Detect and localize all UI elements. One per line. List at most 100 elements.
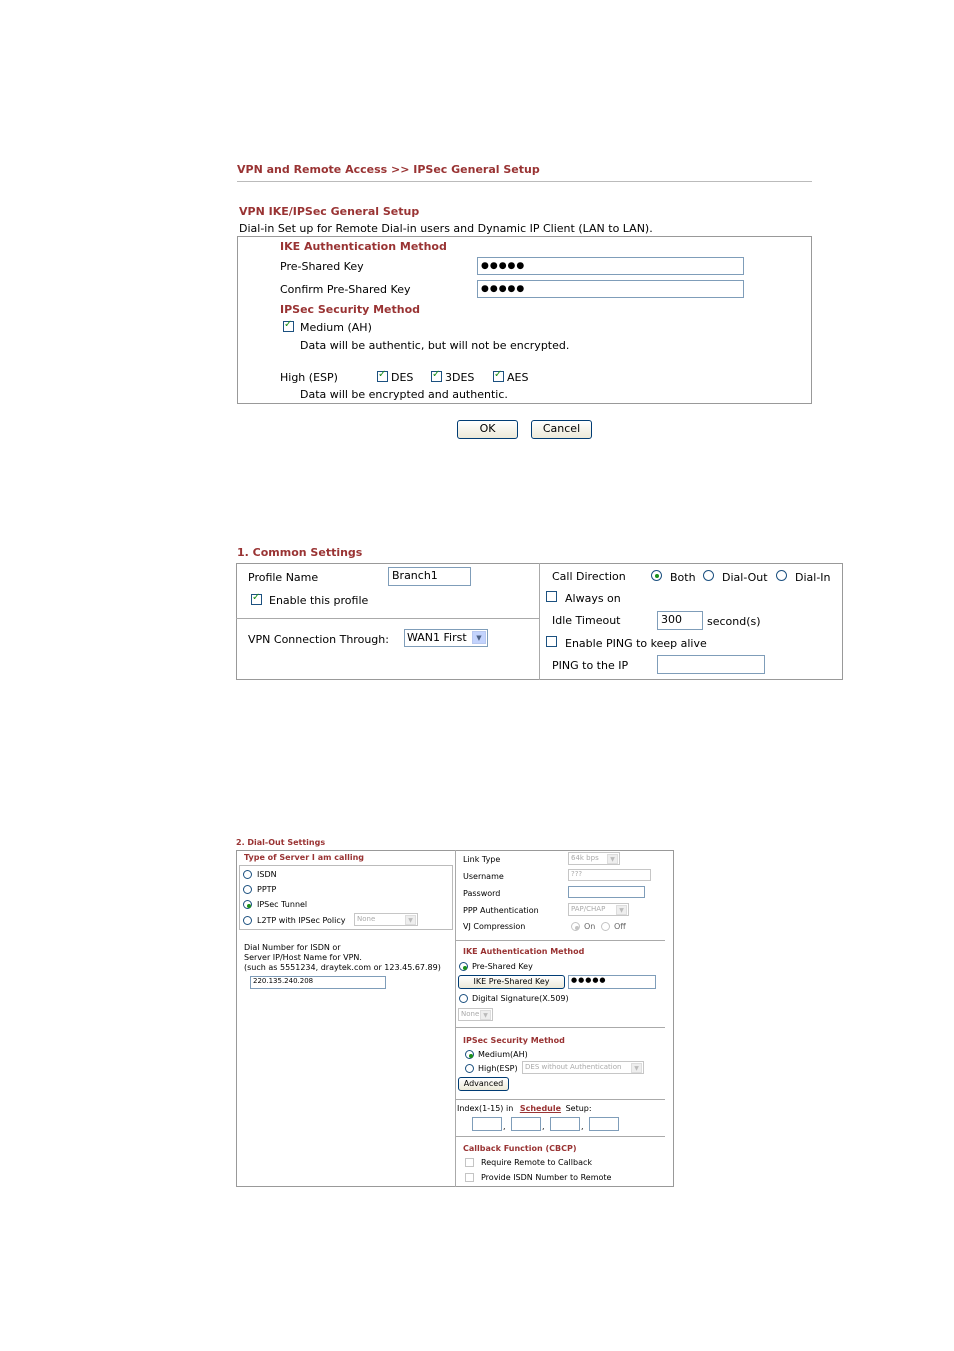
always-on-label: Always on — [565, 592, 621, 605]
chevron-down-icon: ▼ — [616, 905, 627, 915]
index-suffix-label: Setup: — [565, 1104, 592, 1113]
username-input[interactable]: ??? — [568, 869, 651, 881]
link-type-value: 64k bps — [571, 854, 599, 862]
cancel-button[interactable]: Cancel — [531, 420, 592, 439]
advanced-button[interactable]: Advanced — [458, 1077, 509, 1091]
seconds-label: second(s) — [707, 615, 761, 628]
digital-signature-value: None — [461, 1010, 480, 1018]
divider — [456, 1099, 665, 1100]
high-esp-label: High (ESP) — [280, 371, 338, 384]
enable-ping-checkbox[interactable] — [546, 636, 557, 647]
schedule-link[interactable]: Schedule — [520, 1104, 561, 1113]
schedule-index-3-input[interactable] — [550, 1117, 580, 1131]
digital-signature-radio[interactable] — [459, 994, 468, 1003]
column-divider — [539, 563, 540, 680]
vj-compression-label: VJ Compression — [463, 922, 526, 931]
digital-signature-select[interactable]: None ▼ — [458, 1008, 493, 1021]
isdn-label: ISDN — [257, 870, 277, 879]
require-callback-label: Require Remote to Callback — [481, 1158, 592, 1167]
schedule-index-4-input[interactable] — [589, 1117, 619, 1131]
password-label: Password — [463, 889, 501, 898]
des-label: DES — [391, 371, 414, 384]
row-divider — [236, 618, 539, 619]
dial-out-radio[interactable] — [703, 570, 714, 581]
medium-ah-description: Data will be authentic, but will not be … — [300, 339, 570, 352]
ipsec-method-heading: IPSec Security Method — [280, 303, 421, 316]
divider — [456, 940, 665, 941]
enable-profile-checkbox[interactable] — [251, 592, 262, 605]
pre-shared-key-radio[interactable] — [459, 962, 468, 971]
high-esp-select[interactable]: DES without Authentication ▼ — [522, 1061, 644, 1074]
l2tp-policy-select[interactable]: None ▼ — [354, 913, 418, 926]
chevron-down-icon: ▼ — [607, 854, 618, 864]
dial-in-label: Dial-In — [795, 571, 831, 584]
medium-ah-checkbox[interactable] — [283, 319, 294, 332]
ppp-auth-select[interactable]: PAP/CHAP ▼ — [568, 903, 629, 916]
link-type-select[interactable]: 64k bps ▼ — [568, 852, 620, 865]
schedule-index-2-input[interactable] — [511, 1117, 541, 1131]
medium-ah-label: Medium (AH) — [300, 321, 372, 334]
vpn-through-select[interactable]: WAN1 First ▼ — [404, 629, 488, 647]
enable-profile-label: Enable this profile — [269, 594, 369, 607]
3des-checkbox[interactable] — [431, 369, 442, 382]
dial-in-radio[interactable] — [776, 570, 787, 581]
call-direction-label: Call Direction — [552, 570, 626, 583]
dial-out-label: Dial-Out — [722, 571, 768, 584]
confirm-key-label: Confirm Pre-Shared Key — [280, 283, 411, 296]
dial-description-line3: (such as 5551234, draytek.com or 123.45.… — [244, 963, 441, 972]
callback-heading: Callback Function (CBCP) — [463, 1144, 577, 1153]
ike-pre-shared-key-input[interactable]: ●●●●● — [568, 975, 656, 989]
dial-number-input[interactable]: 220.135.240.208 — [250, 976, 386, 989]
link-type-label: Link Type — [463, 855, 501, 864]
isdn-radio[interactable] — [243, 870, 252, 879]
des-checkbox[interactable] — [377, 369, 388, 382]
schedule-index-1-input[interactable] — [472, 1117, 502, 1131]
medium-ah-label-2: Medium(AH) — [478, 1050, 528, 1059]
aes-label: AES — [507, 371, 529, 384]
always-on-checkbox[interactable] — [546, 591, 557, 602]
vj-off-radio[interactable] — [601, 922, 610, 931]
ping-ip-input[interactable] — [657, 655, 765, 674]
3des-label: 3DES — [445, 371, 475, 384]
high-esp-radio[interactable] — [465, 1064, 474, 1073]
pre-shared-key-label: Pre-Shared Key — [280, 260, 364, 273]
chevron-down-icon: ▼ — [472, 631, 486, 644]
index-prefix-label: Index(1-15) in — [457, 1104, 514, 1113]
ppp-auth-label: PPP Authentication — [463, 906, 539, 915]
confirm-key-input[interactable]: ●●●●● — [477, 280, 744, 298]
digital-signature-label: Digital Signature(X.509) — [472, 994, 569, 1003]
breadcrumb-divider — [237, 181, 812, 182]
ok-button[interactable]: OK — [457, 420, 518, 439]
both-radio[interactable] — [651, 570, 662, 581]
username-label: Username — [463, 872, 504, 881]
ipsec-tunnel-radio[interactable] — [243, 900, 252, 909]
medium-ah-radio[interactable] — [465, 1050, 474, 1059]
idle-timeout-input[interactable]: 300 — [657, 611, 703, 630]
both-label: Both — [670, 571, 696, 584]
ike-pre-shared-key-button[interactable]: IKE Pre-Shared Key — [458, 975, 565, 989]
aes-checkbox[interactable] — [493, 369, 504, 382]
ike-auth-heading-2: IKE Authentication Method — [463, 947, 585, 956]
ike-auth-heading: IKE Authentication Method — [280, 240, 447, 253]
vpn-through-value: WAN1 First — [407, 631, 467, 644]
pre-shared-key-label-2: Pre-Shared Key — [472, 962, 533, 971]
comma-separator: , — [503, 1122, 506, 1131]
divider — [456, 1136, 665, 1137]
provide-isdn-checkbox[interactable] — [465, 1173, 474, 1182]
require-callback-checkbox[interactable] — [465, 1158, 474, 1167]
password-input[interactable] — [568, 886, 645, 898]
high-esp-description: Data will be encrypted and authentic. — [300, 388, 508, 401]
divider — [456, 1027, 665, 1028]
l2tp-label: L2TP with IPSec Policy — [257, 916, 346, 925]
vj-on-label: On — [584, 922, 596, 931]
profile-name-input[interactable]: Branch1 — [388, 567, 471, 586]
vj-on-radio[interactable] — [571, 922, 580, 931]
pptp-label: PPTP — [257, 885, 277, 894]
comma-separator: , — [581, 1122, 584, 1131]
page-title: VPN IKE/IPSec General Setup — [239, 205, 420, 218]
l2tp-radio[interactable] — [243, 916, 252, 925]
pptp-radio[interactable] — [243, 885, 252, 894]
pre-shared-key-input[interactable]: ●●●●● — [477, 257, 744, 275]
dial-description-line2: Server IP/Host Name for VPN. — [244, 953, 362, 962]
high-esp-label-2: High(ESP) — [478, 1064, 518, 1073]
